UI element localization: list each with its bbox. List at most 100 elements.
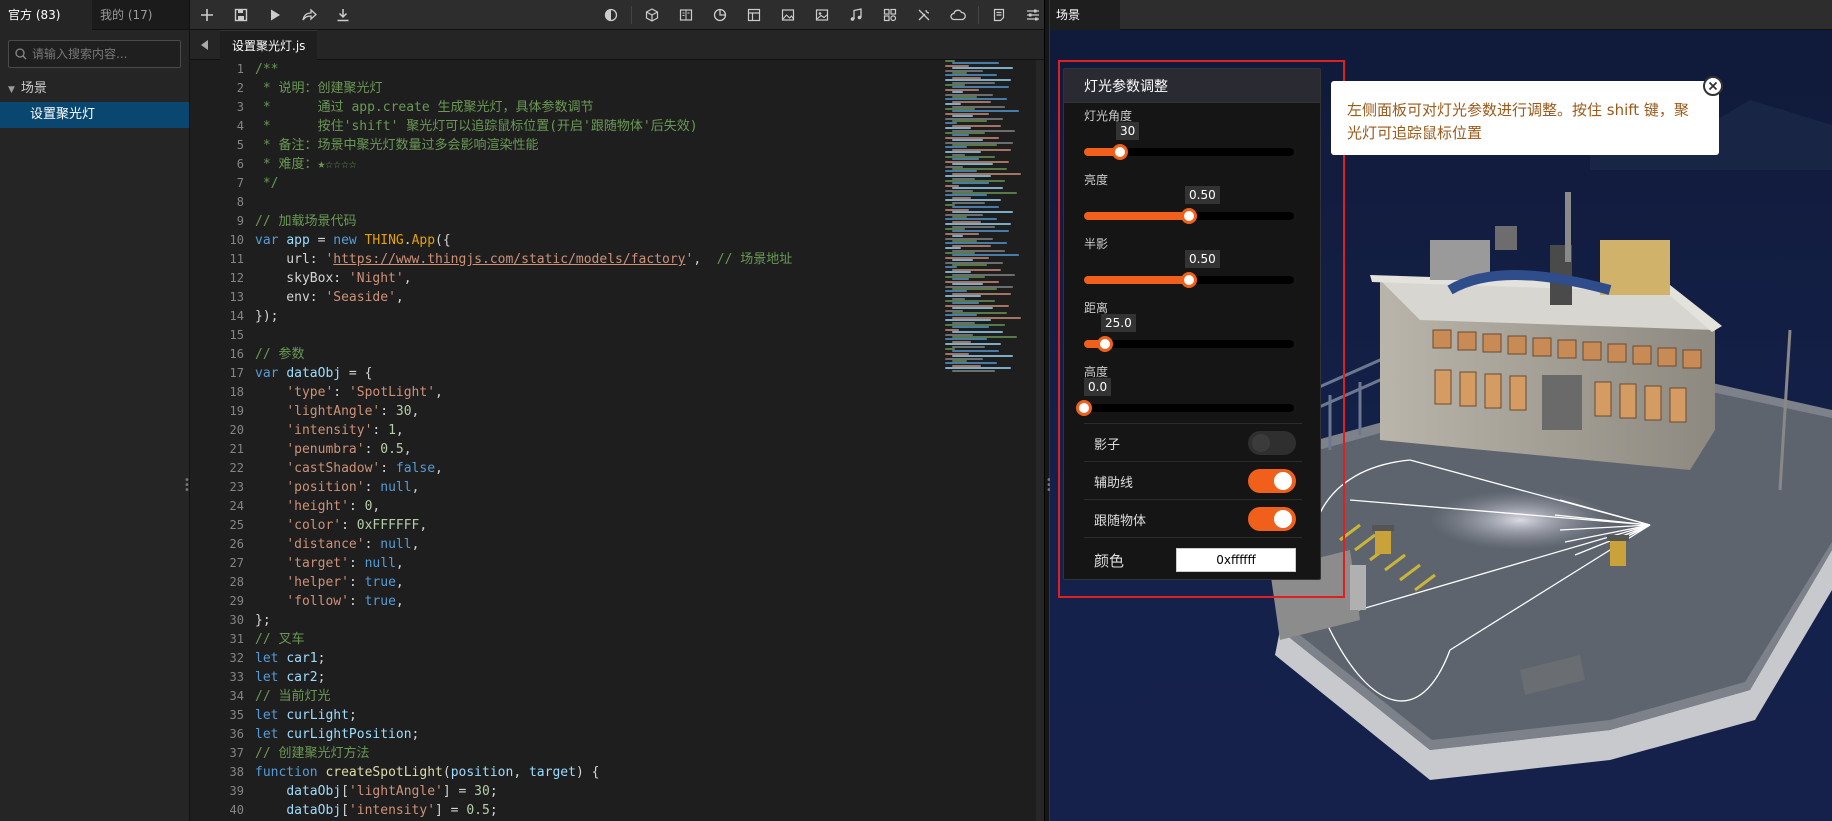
code-line: * 备注：场景中聚光灯数量过多会影响渲染性能 (255, 138, 539, 153)
minimap-line (952, 283, 983, 286)
slider-row: 亮度 0.50 (1084, 171, 1302, 235)
slider-track[interactable] (1084, 272, 1294, 288)
code-line: // 创建聚光灯方法 (255, 746, 370, 761)
color-input[interactable]: 0xffffff (1176, 548, 1296, 572)
picture-button[interactable] (771, 0, 805, 30)
tab-official[interactable]: 官方 (83) (0, 0, 92, 30)
save-button[interactable] (224, 0, 258, 30)
line-number-gutter: 1 2 3 4 5 6 7 8 9 10 11 12 13 14 15 16 17 18 19 20 21 22 23 24 2… (190, 60, 250, 821)
code-line: skyBox: 'Night', (255, 271, 412, 286)
docs-button[interactable] (669, 0, 703, 30)
code-line: /** (255, 62, 279, 77)
minimap-line (945, 103, 961, 106)
minimap-line (952, 91, 963, 94)
code-line: 'intensity': 1, (286, 423, 404, 438)
code-line: function createSpotLight(position, targe… (255, 765, 600, 780)
layout-button[interactable] (737, 0, 771, 30)
share-button[interactable] (292, 0, 326, 30)
editor-scrollbar[interactable] (1036, 60, 1044, 821)
download-icon (337, 8, 349, 21)
code-line: // 叉车 (255, 632, 305, 647)
slider-track[interactable] (1084, 208, 1294, 224)
editor-tabs: 设置聚光灯.js (190, 29, 1050, 60)
minimap-line (952, 67, 1013, 70)
tree-group-label: 场景 (20, 81, 47, 96)
toggle-label: 影子 (1094, 438, 1121, 453)
slider-thumb[interactable] (1076, 400, 1092, 416)
texture-button[interactable] (805, 0, 839, 30)
code-line: 'color': 0xFFFFFF, (286, 518, 428, 533)
switch-knob (1252, 434, 1270, 452)
chart-button[interactable] (703, 0, 737, 30)
line-number: 25 (229, 518, 244, 532)
code-line: * 按住'shift' 聚光灯可以追踪鼠标位置(开启'跟随物体'后失效) (255, 119, 698, 134)
shadow-switch[interactable] (1248, 431, 1296, 455)
layout-icon (747, 8, 761, 21)
line-number: 6 (236, 157, 244, 171)
code-line: env: 'Seaside', (255, 290, 404, 305)
line-number: 7 (236, 176, 244, 190)
follow-switch[interactable] (1248, 507, 1296, 531)
hint-tooltip: 左侧面板可对灯光参数进行调整。按住 shift 键，聚光灯可追踪鼠标位置 (1331, 81, 1719, 155)
slider-track[interactable] (1084, 336, 1294, 352)
code-line: dataObj['intensity'] = 0.5; (286, 803, 498, 818)
slider-track[interactable] (1084, 144, 1294, 160)
code-minimap[interactable] (945, 60, 1035, 380)
slider-thumb[interactable] (1112, 144, 1128, 160)
code-line: * 通过 app.create 生成聚光灯，具体参数调节 (255, 100, 594, 115)
book-icon (679, 8, 693, 21)
code-line: dataObj['lightAngle'] = 30; (286, 784, 498, 799)
search-input[interactable] (32, 47, 172, 61)
collapse-sidebar-button[interactable] (190, 30, 220, 60)
code-line: * 说明：创建聚光灯 (255, 81, 383, 96)
minimap-line (952, 264, 987, 266)
notes-button[interactable] (982, 0, 1016, 30)
minimap-line (945, 151, 981, 154)
helper-switch[interactable] (1248, 469, 1296, 493)
download-button[interactable] (326, 0, 360, 30)
minimap-line (952, 120, 987, 122)
slider-label: 半影 (1084, 237, 1109, 251)
slider-value: 30 (1116, 122, 1140, 140)
line-number: 29 (229, 594, 244, 608)
line-number: 11 (229, 252, 244, 266)
tree-item-spotlight[interactable]: 设置聚光灯 (0, 102, 189, 128)
editor-tab-file[interactable]: 设置聚光灯.js (220, 29, 318, 60)
slider-thumb[interactable] (1097, 336, 1113, 352)
plugins-button[interactable] (873, 0, 907, 30)
audio-button[interactable] (839, 0, 873, 30)
code-line: 'castShadow': false, (286, 461, 443, 476)
tab-mine[interactable]: 我的 (17) (92, 0, 184, 30)
code-editor[interactable]: 1 2 3 4 5 6 7 8 9 10 11 12 13 14 15 16 17 18 19 20 21 22 23 24 2… (190, 60, 1040, 821)
line-number: 28 (229, 575, 244, 589)
new-button[interactable] (190, 0, 224, 30)
tree-group-scene[interactable]: ▼ 场景 (0, 76, 189, 102)
color-label: 颜色 (1094, 552, 1125, 570)
slider-row: 距离 25.0 (1084, 299, 1302, 363)
contrast-button[interactable] (594, 0, 628, 30)
slider-fill (1084, 276, 1189, 284)
cloud-button[interactable] (941, 0, 975, 30)
minimap-line (952, 201, 985, 204)
color-row: 颜色 0xffffff (1084, 537, 1302, 577)
minimap-line (945, 223, 1011, 226)
tooltip-close-button[interactable] (1703, 76, 1723, 96)
model-button[interactable] (635, 0, 669, 30)
slider-thumb[interactable] (1181, 208, 1197, 224)
sidebar: 官方 (83) 我的 (17) ▼ 场景 设置聚光灯 (0, 0, 190, 821)
line-number: 17 (229, 366, 244, 380)
code-line: let curLightPosition; (255, 727, 420, 742)
line-number: 2 (236, 81, 244, 95)
search-icon (15, 48, 27, 60)
code-content[interactable]: /** * 说明：创建聚光灯 * 通过 app.create 生成聚光灯，具体参… (255, 60, 1035, 820)
search-box[interactable] (8, 40, 181, 68)
slider-track[interactable] (1076, 400, 1294, 416)
run-button[interactable] (258, 0, 292, 30)
line-number: 23 (229, 480, 244, 494)
slider-thumb[interactable] (1181, 272, 1197, 288)
code-line: 'target': null, (286, 556, 404, 571)
line-number: 9 (236, 214, 244, 228)
tab-scene[interactable]: 场景 (1050, 0, 1120, 30)
plus-icon (201, 8, 213, 21)
tools-button[interactable] (907, 0, 941, 30)
